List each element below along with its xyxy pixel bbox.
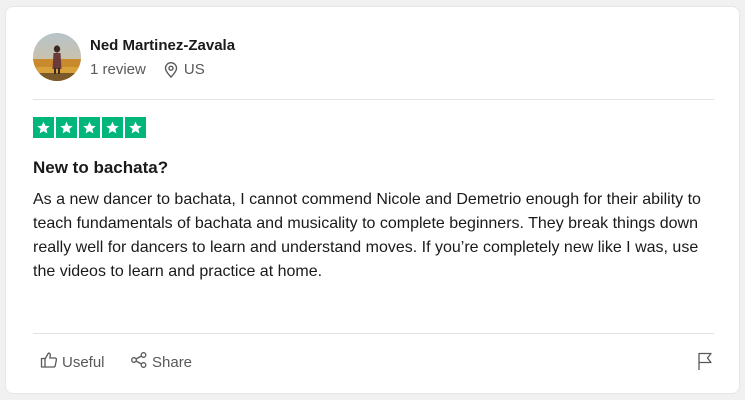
flag-icon[interactable] (696, 351, 714, 376)
useful-button[interactable]: Useful (40, 351, 105, 373)
reviewer-name[interactable]: Ned Martinez-Zavala (90, 37, 235, 54)
star-icon (79, 117, 100, 138)
share-icon (130, 351, 152, 373)
avatar[interactable] (33, 33, 81, 81)
useful-label: Useful (62, 353, 105, 371)
review-count: 1 review (90, 61, 146, 78)
star-rating (33, 117, 146, 138)
location-pin-icon (164, 61, 178, 78)
share-label: Share (152, 353, 193, 371)
review-body: As a new dancer to bachata, I cannot com… (33, 191, 701, 280)
reviewer-meta: 1 review US (90, 61, 205, 78)
star-icon (125, 117, 146, 138)
reviewer-country: US (183, 61, 205, 78)
avatar-photo (33, 33, 81, 81)
star-icon (56, 117, 77, 138)
share-button[interactable]: Share (130, 351, 192, 373)
thumbs-up-icon (40, 351, 62, 373)
review-title: New to bachata? (33, 158, 169, 177)
star-icon (102, 117, 123, 138)
review-card: Ned Martinez-Zavala 1 review US New to b… (5, 6, 740, 394)
footer-divider (33, 333, 714, 334)
star-icon (33, 117, 54, 138)
header-divider (33, 99, 714, 100)
